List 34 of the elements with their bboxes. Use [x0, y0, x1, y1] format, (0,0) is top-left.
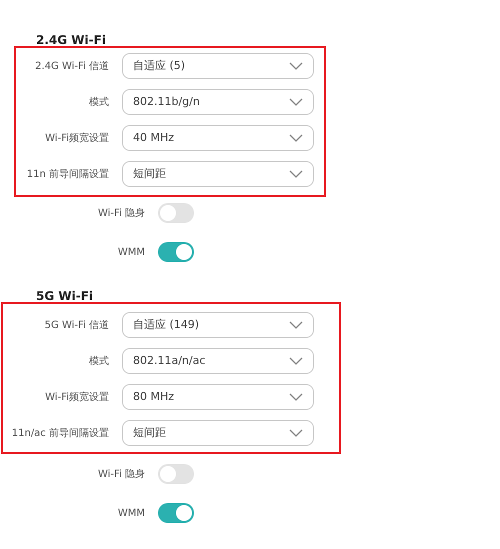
- chevron-down-icon: [289, 393, 303, 401]
- dropdown-select[interactable]: 80 MHz: [122, 384, 314, 410]
- field-label: 模式: [88, 354, 109, 368]
- section-heading: 5G Wi-Fi: [36, 288, 94, 304]
- field-label: 11n/ac 前导间隔设置: [10, 426, 109, 440]
- dropdown-select[interactable]: 自适应 (5): [122, 53, 314, 79]
- chevron-down-icon: [289, 134, 303, 142]
- field-label: 5G Wi-Fi 信道: [44, 318, 109, 332]
- toggle-label: Wi-Fi 隐身: [96, 468, 145, 482]
- toggle-switch[interactable]: [158, 203, 194, 223]
- dropdown-select[interactable]: 短间距: [122, 161, 314, 187]
- chevron-down-icon: [289, 170, 303, 178]
- field-label: 11n 前导间隔设置: [26, 168, 109, 182]
- dropdown-select[interactable]: 40 MHz: [122, 125, 314, 151]
- chevron-down-icon: [289, 98, 303, 106]
- field-label: 2.4G Wi-Fi 信道: [34, 60, 109, 74]
- dropdown-select[interactable]: 802.11b/g/n: [122, 89, 314, 115]
- field-label: Wi-Fi频宽设置: [44, 390, 109, 404]
- toggle-label: Wi-Fi 隐身: [96, 206, 145, 220]
- toggle-switch[interactable]: [158, 242, 194, 262]
- toggle-label: WMM: [116, 506, 145, 520]
- dropdown-select[interactable]: 短间距: [122, 420, 314, 446]
- field-label: 模式: [88, 96, 109, 110]
- toggle-label: WMM: [116, 246, 145, 260]
- field-label: Wi-Fi频宽设置: [44, 132, 109, 146]
- dropdown-select[interactable]: 802.11a/n/ac: [122, 348, 314, 374]
- toggle-switch[interactable]: [158, 464, 194, 484]
- chevron-down-icon: [289, 429, 303, 437]
- chevron-down-icon: [289, 357, 303, 365]
- dropdown-select[interactable]: 自适应 (149): [122, 312, 314, 338]
- chevron-down-icon: [289, 321, 303, 329]
- chevron-down-icon: [289, 62, 303, 70]
- toggle-switch[interactable]: [158, 503, 194, 523]
- section-heading: 2.4G Wi-Fi: [36, 32, 106, 48]
